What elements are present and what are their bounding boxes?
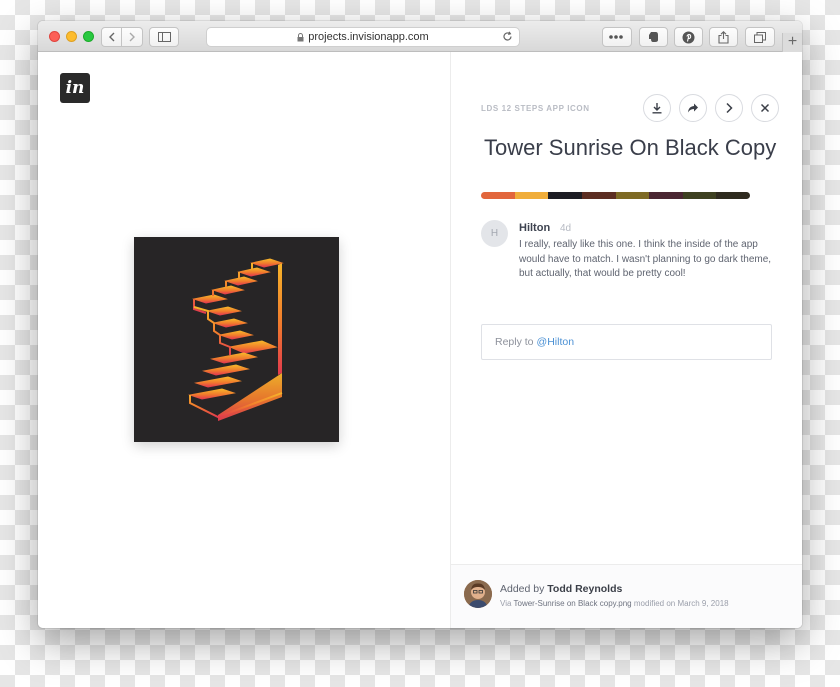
palette-swatch[interactable] [615,192,650,199]
evernote-icon [649,32,658,42]
close-button[interactable] [751,94,779,122]
added-prefix: Added by [500,583,545,595]
share-screen-button[interactable] [679,94,707,122]
added-by-line: Added by Todd Reynolds [500,583,622,595]
browser-window: projects.invisionapp.com + in LDS 12 STE… [38,21,802,628]
commenter-avatar: H [481,220,508,247]
palette-swatch[interactable] [581,192,616,199]
url-text: projects.invisionapp.com [308,31,429,43]
pinterest-icon [682,31,695,43]
reload-icon[interactable] [502,31,513,42]
reply-mention: @Hilton [536,336,575,348]
new-tab-button[interactable]: + [782,33,802,52]
comment-timestamp: 4d [560,223,572,234]
comment-author[interactable]: Hilton [519,222,550,234]
palette-swatch[interactable] [514,192,549,199]
reply-prefix: Reply to [495,336,534,348]
forward-button[interactable] [122,27,143,47]
screen-title: Tower Sunrise On Black Copy [484,135,777,160]
inspector-pane: LDS 12 STEPS APP ICON Tower Sunrise On B… [450,52,802,628]
address-bar[interactable]: projects.invisionapp.com [206,27,520,47]
back-button[interactable] [101,27,122,47]
reply-input[interactable]: Reply to @Hilton [481,324,772,360]
share-icon [718,30,729,44]
sidebar-button[interactable] [149,27,179,47]
palette-swatch[interactable] [682,192,717,199]
modified-date: modified on March 9, 2018 [633,599,729,608]
more-dots-icon [609,35,623,39]
zoom-window-button[interactable] [83,31,94,42]
staircase-image [188,258,284,421]
palette-swatch[interactable] [649,192,683,199]
sidebar-icon [157,32,171,42]
chevron-left-icon [108,32,114,42]
extension-more-button[interactable] [602,27,632,47]
download-icon [652,103,662,114]
chevron-right-icon [726,102,733,114]
color-palette [481,192,750,199]
screen-actions [643,94,779,122]
next-screen-button[interactable] [715,94,743,122]
palette-swatch[interactable] [716,192,750,199]
palette-swatch[interactable] [481,192,515,199]
close-window-button[interactable] [49,31,60,42]
attribution-footer: Added by Todd Reynolds Via Tower-Sunrise… [451,564,802,628]
pinterest-button[interactable] [674,27,703,47]
author-name[interactable]: Todd Reynolds [547,583,622,595]
share-button[interactable] [709,27,738,47]
minimize-window-button[interactable] [66,31,77,42]
download-button[interactable] [643,94,671,122]
palette-swatch[interactable] [548,192,582,199]
project-breadcrumb[interactable]: LDS 12 STEPS APP ICON [481,104,590,113]
screen-artwork[interactable] [134,237,339,442]
close-icon [760,103,770,113]
forward-arrow-icon [688,103,698,113]
source-file[interactable]: Tower-Sunrise on Black copy.png [514,599,632,608]
invision-logo[interactable]: in [60,73,90,103]
history-nav [101,27,143,47]
author-avatar[interactable] [464,580,492,608]
evernote-button[interactable] [639,27,668,47]
source-line: Via Tower-Sunrise on Black copy.png modi… [500,599,729,608]
chevron-right-icon [129,32,135,42]
browser-toolbar: projects.invisionapp.com + [38,21,802,52]
tabs-icon [754,31,766,43]
author-photo [464,580,492,608]
lock-icon [297,32,304,41]
comment-body: I really, really like this one. I think … [519,239,772,279]
via-prefix: Via [500,599,512,608]
tabs-overview-button[interactable] [745,27,775,47]
preview-pane: in [38,52,450,628]
